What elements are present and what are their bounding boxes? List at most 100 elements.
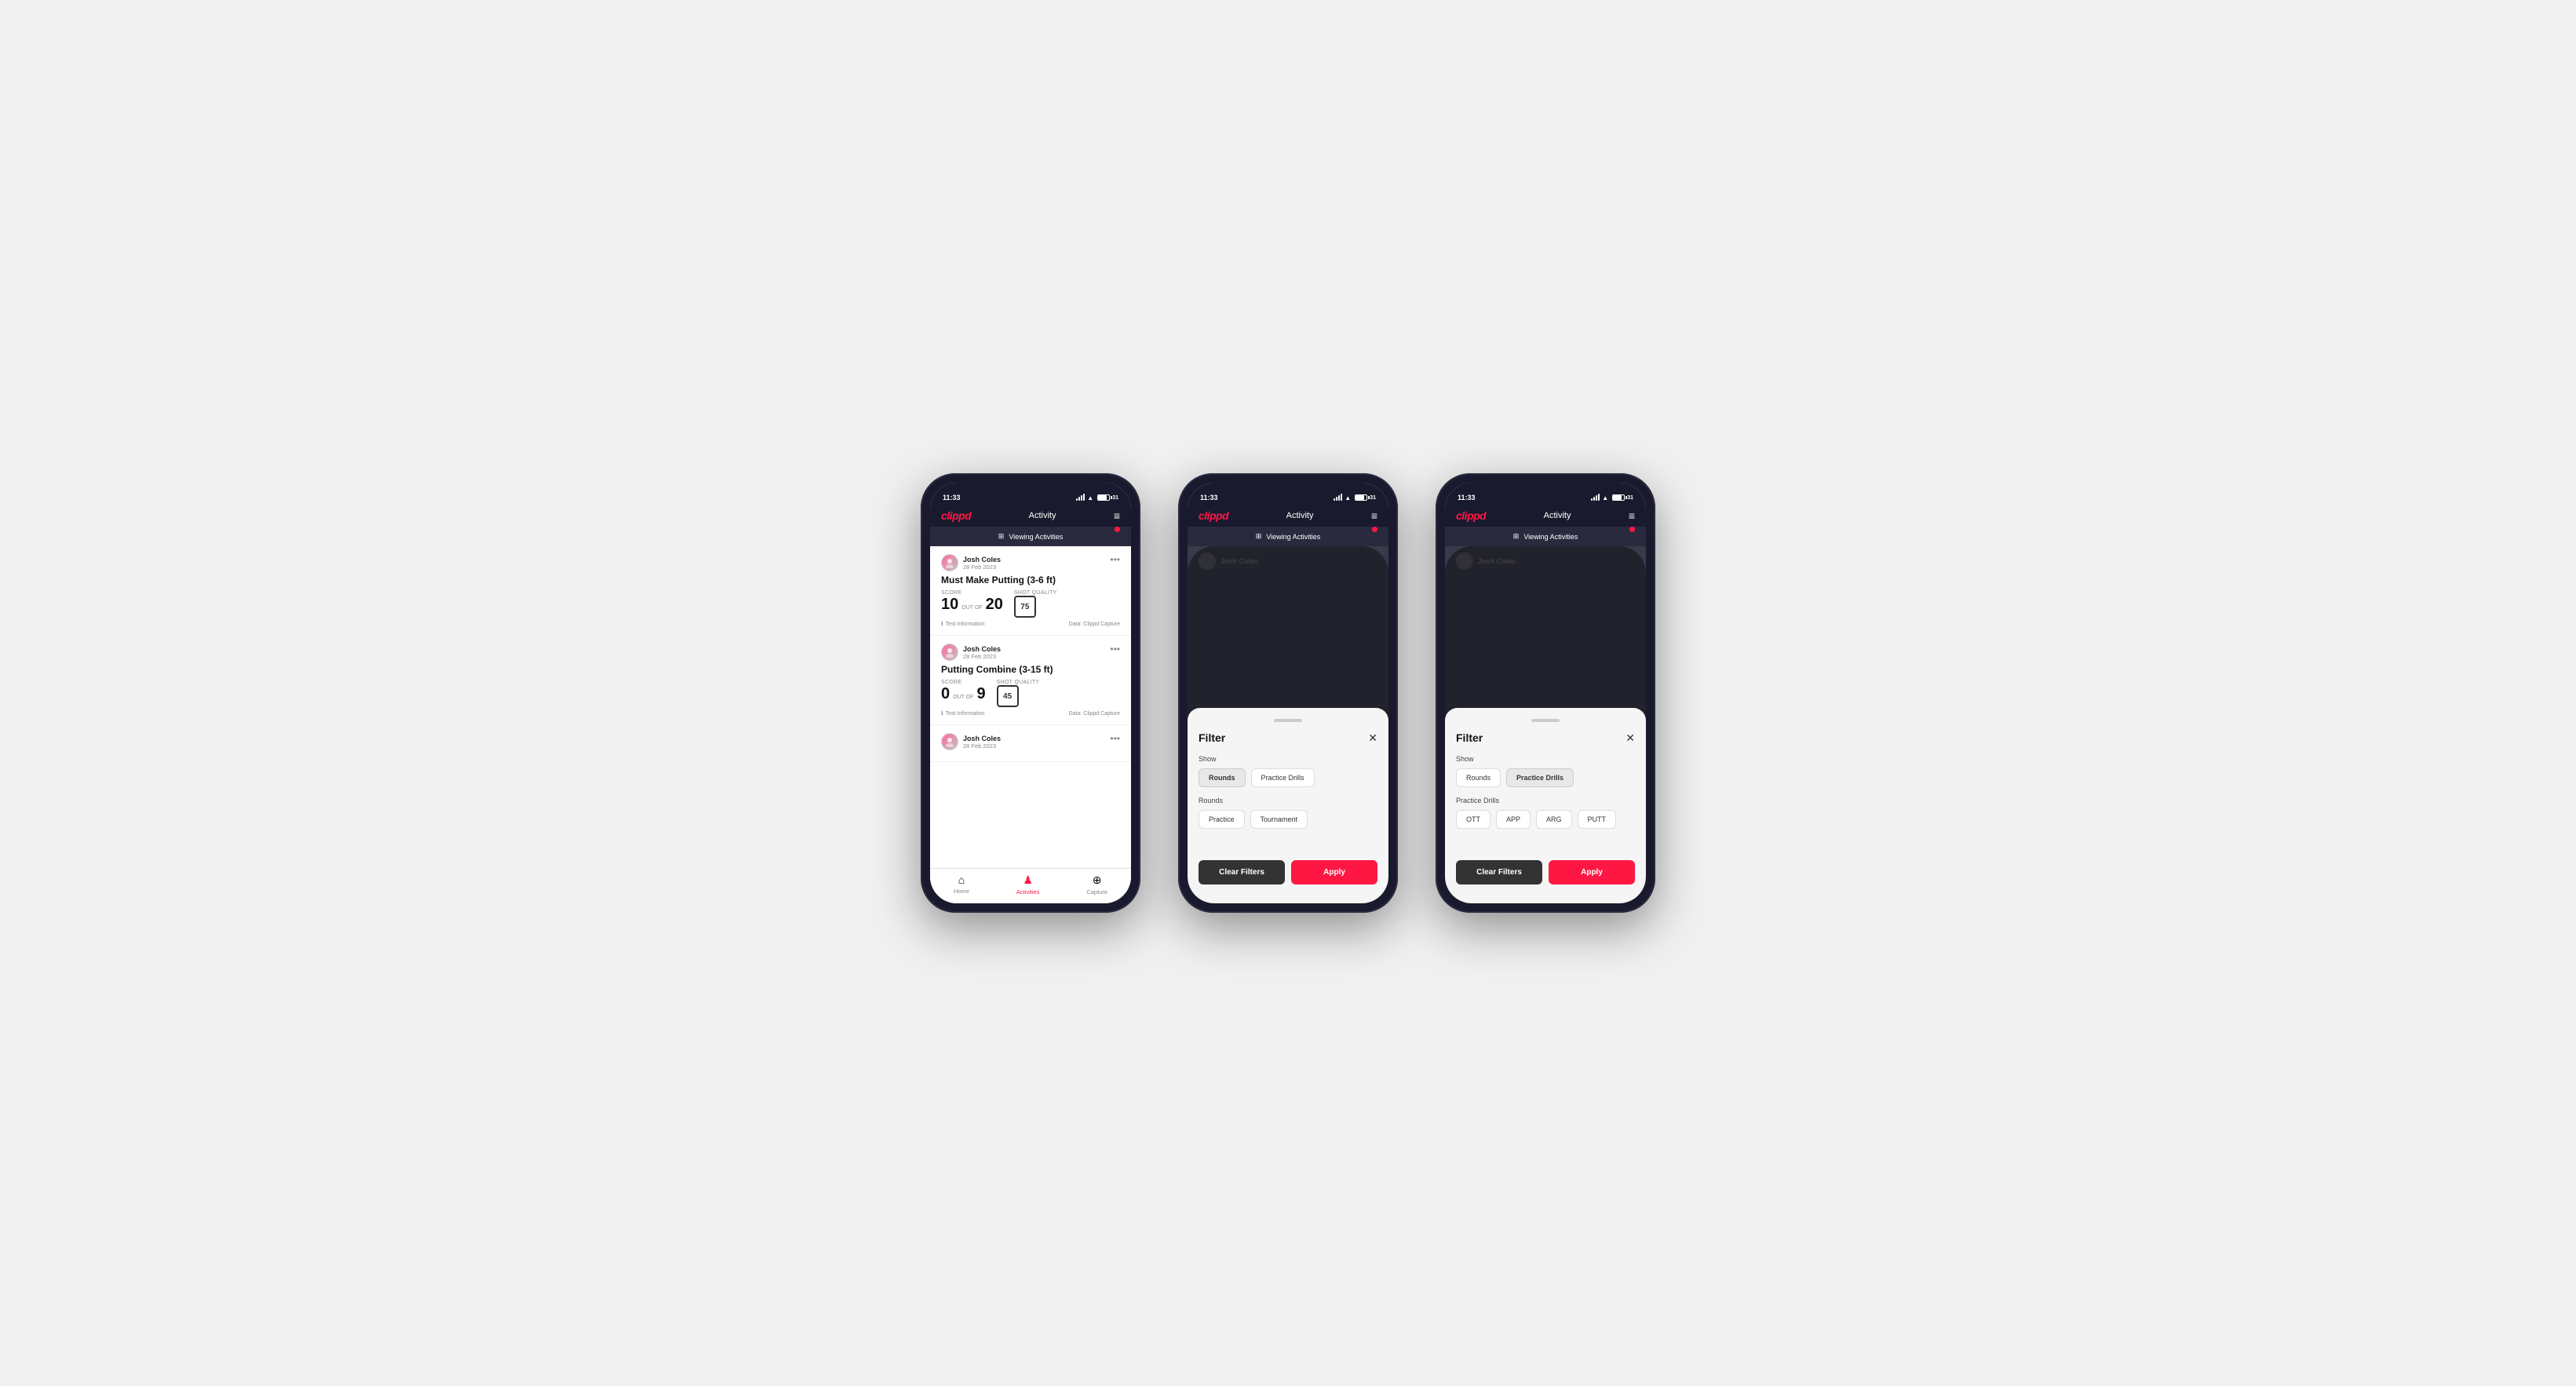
user-name-2: Josh Coles [963,645,1001,653]
menu-icon-2[interactable]: ≡ [1371,509,1377,522]
apply-btn-3[interactable]: Apply [1549,860,1635,884]
rounds-btn-3[interactable]: Rounds [1456,768,1501,787]
app-btn-3[interactable]: APP [1496,810,1531,829]
nav-capture-1[interactable]: ⊕ Capture [1086,874,1107,895]
ott-btn-3[interactable]: OTT [1456,810,1491,829]
footer-data-2: Data: Clippd Capture [1069,711,1120,717]
practice-drills-btn-3[interactable]: Practice Drills [1506,768,1574,787]
nav-activities-1[interactable]: ♟ Activities [1016,874,1040,895]
dynamic-island [1003,491,1058,505]
apply-btn-2[interactable]: Apply [1291,860,1377,884]
filter-handle-3 [1531,719,1560,722]
menu-icon-3[interactable]: ≡ [1629,509,1635,522]
rounds-btn-2[interactable]: Rounds [1199,768,1246,787]
signal-bars-1 [1076,494,1085,501]
capture-icon-1: ⊕ [1093,874,1102,887]
dimmed-content-3: Josh Coles Filter ✕ Show [1445,546,1646,903]
app-header-3: clippd Activity ≡ [1445,505,1646,527]
signal-bars-2 [1334,494,1342,501]
filter-icon-2: ⊞ [1256,532,1262,541]
footer-info-text-2: Test Information [946,711,985,717]
battery-icon-2 [1355,494,1367,501]
nav-home-1[interactable]: ⌂ Home [954,874,969,895]
card-footer-2: ℹ Test Information Data: Clippd Capture [941,710,1120,717]
practice-round-btn-2[interactable]: Practice [1199,810,1245,829]
viewing-bar-2[interactable]: ⊞ Viewing Activities [1188,527,1388,546]
sb3-2 [1593,497,1595,501]
score-label-1: Score [941,590,1003,596]
menu-icon-1[interactable]: ≡ [1114,509,1120,522]
tournament-btn-2[interactable]: Tournament [1250,810,1308,829]
show-label-3: Show [1456,755,1635,763]
putt-btn-3[interactable]: PUTT [1578,810,1617,829]
app-header-2: clippd Activity ≡ [1188,505,1388,527]
score-value-1: 10 [941,596,958,613]
sb3-4 [1598,494,1600,501]
close-filter-2[interactable]: ✕ [1368,732,1377,743]
clear-filters-btn-3[interactable]: Clear Filters [1456,860,1542,884]
header-title-2: Activity [1286,511,1314,520]
signal-bar-3 [1081,495,1082,501]
filter-title-2: Filter [1199,731,1225,744]
score-inline-2: 0 OUT OF 9 [941,685,986,702]
more-dots-1[interactable]: ••• [1110,554,1120,565]
practice-drills-btn-2[interactable]: Practice Drills [1251,768,1315,787]
filter-dot-2 [1372,527,1377,532]
battery-icon-3 [1612,494,1625,501]
shot-quality-badge-1: 75 [1014,596,1036,618]
capture-label-1: Capture [1086,888,1107,895]
user-name-3: Josh Coles [963,735,1001,742]
sb-4 [1341,494,1342,501]
viewing-label-1: Viewing Activities [1009,533,1063,541]
time-3: 11:33 [1458,494,1476,502]
avatar-img-2 [942,644,958,660]
filter-header-3: Filter ✕ [1456,731,1635,744]
activity-card-3: Josh Coles 28 Feb 2023 ••• [930,725,1131,762]
filter-header-2: Filter ✕ [1199,731,1377,744]
home-label-1: Home [954,888,969,895]
battery-level-1: 31 [1112,495,1118,501]
logo-1: clippd [941,509,971,522]
status-icons-1: ▲ 31 [1076,494,1118,502]
signal-bar-1 [1076,498,1078,501]
card-header-1: Josh Coles 28 Feb 2023 ••• [941,554,1120,571]
home-icon-1: ⌂ [958,874,965,886]
show-label-2: Show [1199,755,1377,763]
viewing-bar-3[interactable]: ⊞ Viewing Activities [1445,527,1646,546]
battery-level-3: 31 [1627,495,1633,501]
score-label-2: Score [941,680,986,685]
viewing-label-2: Viewing Activities [1266,533,1320,541]
show-section-2: Show Rounds Practice Drills [1199,755,1377,787]
app-header-1: clippd Activity ≡ [930,505,1131,527]
sb-1 [1334,498,1335,501]
filter-title-3: Filter [1456,731,1483,744]
wifi-icon-3: ▲ [1602,494,1608,502]
user-info-3: Josh Coles 28 Feb 2023 [941,733,1001,750]
viewing-bar-wrapper-3: ⊞ Viewing Activities [1445,527,1646,546]
activities-label-1: Activities [1016,888,1040,895]
shots-value-2: 9 [976,685,985,702]
filter-actions-3: Clear Filters Apply [1456,860,1635,884]
time-2: 11:33 [1200,494,1218,502]
card-header-3: Josh Coles 28 Feb 2023 ••• [941,733,1120,750]
filter-dot-1 [1115,527,1120,532]
more-dots-3[interactable]: ••• [1110,733,1120,744]
clear-filters-btn-2[interactable]: Clear Filters [1199,860,1285,884]
footer-info-2: ℹ Test Information [941,710,984,717]
close-filter-3[interactable]: ✕ [1626,732,1635,743]
shot-quality-group-2: Shot Quality 45 [997,680,1040,707]
activity-list-1: Josh Coles 28 Feb 2023 ••• Must Make Put… [930,546,1131,868]
battery-level-2: 31 [1370,495,1376,501]
score-value-2: 0 [941,685,950,702]
arg-btn-3[interactable]: ARG [1536,810,1572,829]
status-icons-3: ▲ 31 [1591,494,1633,502]
viewing-bar-wrapper-1: ⊞ Viewing Activities [930,527,1131,546]
activity-card-1: Josh Coles 28 Feb 2023 ••• Must Make Put… [930,546,1131,636]
battery-fill-1 [1098,495,1107,500]
dynamic-island-3 [1518,491,1573,505]
viewing-bar-1[interactable]: ⊞ Viewing Activities [930,527,1131,546]
header-title-3: Activity [1544,511,1571,520]
logo-2: clippd [1199,509,1228,522]
avatar-1 [941,554,958,571]
more-dots-2[interactable]: ••• [1110,644,1120,655]
